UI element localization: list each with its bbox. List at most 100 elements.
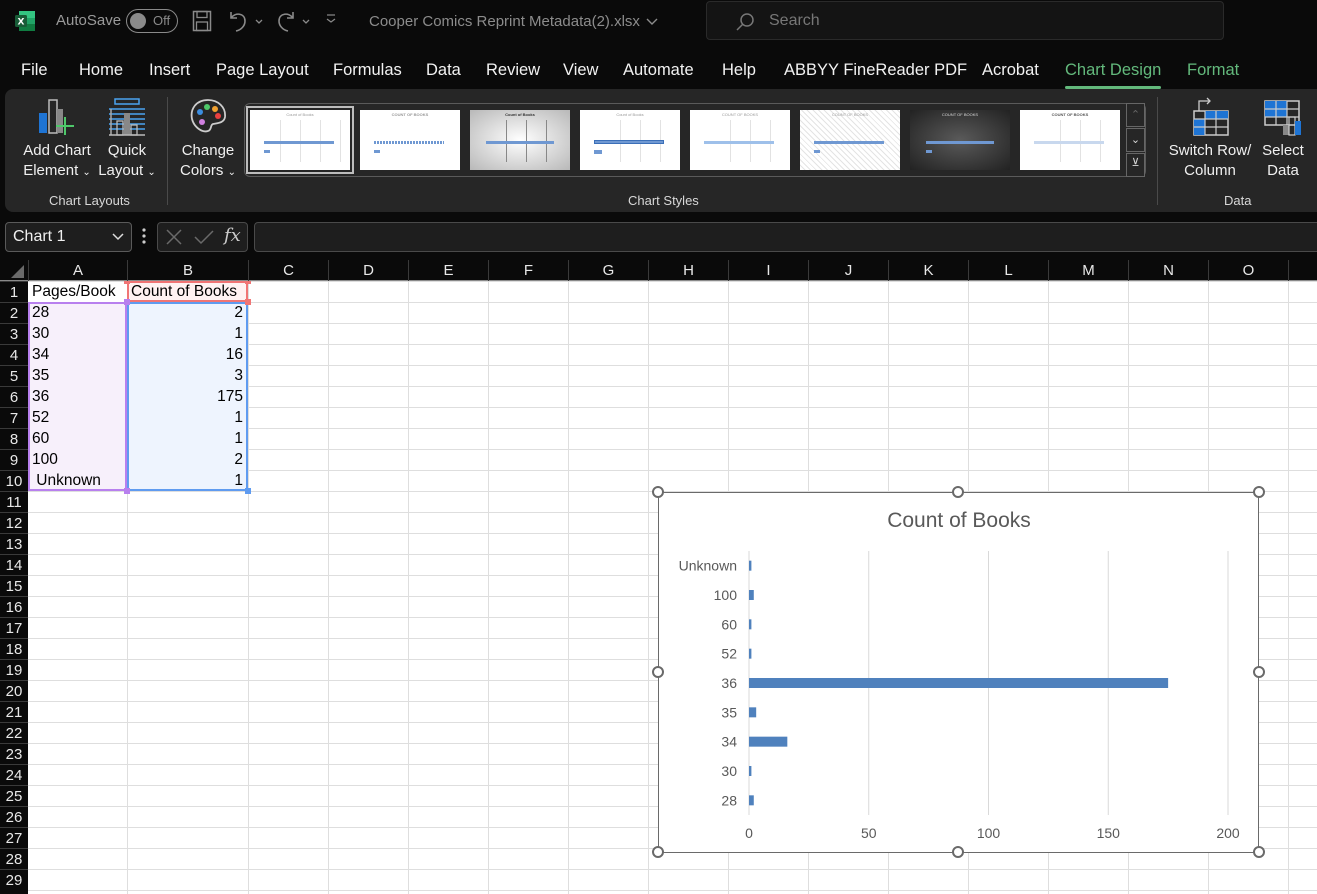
chart-style-4[interactable]: Count of Books (580, 110, 680, 170)
tab-format[interactable]: Format (1187, 61, 1239, 80)
column-header-i[interactable]: I (728, 260, 808, 281)
tab-chart-design[interactable]: Chart Design (1065, 61, 1162, 89)
enter-icon[interactable] (194, 229, 214, 250)
chart-style-7[interactable]: COUNT OF BOOKS (910, 110, 1010, 170)
tab-formulas[interactable]: Formulas (333, 61, 402, 80)
cell-a9[interactable]: 100 (29, 449, 127, 470)
column-header-h[interactable]: H (648, 260, 728, 281)
gallery-scroll-up[interactable]: ⌃ (1126, 103, 1145, 127)
chart-style-5[interactable]: COUNT OF BOOKS (690, 110, 790, 170)
tab-help[interactable]: Help (722, 61, 756, 80)
row-header-6[interactable]: 6 (0, 386, 28, 407)
column-header-b[interactable]: B (127, 260, 248, 281)
row-header-29[interactable]: 29 (0, 869, 28, 890)
autosave-toggle[interactable]: Off (126, 9, 178, 33)
quick-layout-button[interactable]: Quick Layout ⌄ (95, 97, 159, 183)
bar-unknown[interactable] (749, 560, 752, 571)
resize-handle-top-right[interactable] (1253, 486, 1265, 498)
cell-b8[interactable]: 1 (128, 428, 246, 449)
column-header-d[interactable]: D (328, 260, 408, 281)
cell-a4[interactable]: 34 (29, 344, 127, 365)
tab-page-layout[interactable]: Page Layout (216, 61, 309, 80)
select-all-corner[interactable] (0, 260, 28, 281)
row-header-9[interactable]: 9 (0, 449, 28, 470)
select-data-button[interactable]: Select Data (1257, 97, 1309, 181)
column-header-k[interactable]: K (888, 260, 968, 281)
row-header-16[interactable]: 16 (0, 596, 28, 617)
cell-b4[interactable]: 16 (128, 344, 246, 365)
cell-b10[interactable]: 1 (128, 470, 246, 491)
gallery-scroll-down[interactable]: ⌄ (1126, 128, 1145, 152)
row-header-4[interactable]: 4 (0, 344, 28, 365)
row-header-8[interactable]: 8 (0, 428, 28, 449)
cell-b3[interactable]: 1 (128, 323, 246, 344)
tab-home[interactable]: Home (79, 61, 123, 80)
column-header-c[interactable]: C (248, 260, 328, 281)
row-header-2[interactable]: 2 (0, 302, 28, 323)
customize-toolbar-icon[interactable] (325, 11, 337, 30)
formula-input[interactable] (254, 222, 1317, 252)
chart-title[interactable]: Count of Books (887, 509, 1031, 532)
bar-60[interactable] (749, 619, 752, 630)
row-header-20[interactable]: 20 (0, 680, 28, 701)
add-chart-element-button[interactable]: Add Chart Element ⌄ (19, 97, 95, 183)
redo-icon[interactable] (275, 9, 297, 38)
chart-style-1[interactable]: Count of Books (246, 106, 354, 174)
cell-a5[interactable]: 35 (29, 365, 127, 386)
cell-a1[interactable]: Pages/Book (29, 281, 127, 302)
row-header-15[interactable]: 15 (0, 575, 28, 596)
resize-handle-top-left[interactable] (652, 486, 664, 498)
redo-dropdown-icon[interactable] (302, 12, 310, 30)
resize-handle-left[interactable] (652, 666, 664, 678)
row-header-17[interactable]: 17 (0, 617, 28, 638)
undo-icon[interactable] (227, 9, 249, 38)
row-header-1[interactable]: 1 (0, 281, 28, 302)
cell-b9[interactable]: 2 (128, 449, 246, 470)
cell-b6[interactable]: 175 (128, 386, 246, 407)
column-header-n[interactable]: N (1128, 260, 1208, 281)
row-header-23[interactable]: 23 (0, 743, 28, 764)
insert-function-icon[interactable]: fx (224, 225, 241, 246)
bar-35[interactable] (749, 707, 757, 718)
column-header-g[interactable]: G (568, 260, 648, 281)
tab-review[interactable]: Review (486, 61, 540, 80)
bar-28[interactable] (749, 795, 754, 806)
bar-chart[interactable]: Count of Books 28 30 34 35 36 52 60 100 Unknown … (658, 492, 1259, 853)
column-header-m[interactable]: M (1048, 260, 1128, 281)
column-header-a[interactable]: A (28, 260, 127, 281)
row-header-10[interactable]: 10 (0, 470, 28, 491)
cell-a3[interactable]: 30 (29, 323, 127, 344)
resize-handle-bottom-right[interactable] (1253, 846, 1265, 858)
cell-b2[interactable]: 2 (128, 302, 246, 323)
column-header-p[interactable] (1288, 260, 1317, 281)
column-header-j[interactable]: J (808, 260, 888, 281)
tab-insert[interactable]: Insert (149, 61, 190, 80)
tab-acrobat[interactable]: Acrobat (982, 61, 1039, 80)
cell-a7[interactable]: 52 (29, 407, 127, 428)
resize-handle-top[interactable] (952, 486, 964, 498)
row-header-18[interactable]: 18 (0, 638, 28, 659)
change-colors-button[interactable]: Change Colors ⌄ (175, 97, 241, 183)
tab-file[interactable]: File (21, 61, 48, 80)
chart-style-8[interactable]: COUNT OF BOOKS (1020, 110, 1120, 170)
bar-100[interactable] (749, 590, 754, 600)
tab-view[interactable]: View (563, 61, 598, 80)
resize-handle-bottom[interactable] (952, 846, 964, 858)
row-header-14[interactable]: 14 (0, 554, 28, 575)
column-header-f[interactable]: F (488, 260, 568, 281)
row-header-21[interactable]: 21 (0, 701, 28, 722)
bar-36[interactable] (749, 678, 1169, 688)
chart-value-axis[interactable]: 0 50 100 150 200 (745, 825, 1240, 841)
chart-style-6[interactable]: COUNT OF BOOKS (800, 110, 900, 170)
cell-b1[interactable]: Count of Books (128, 281, 248, 302)
chevron-down-icon[interactable] (111, 229, 125, 248)
row-header-5[interactable]: 5 (0, 365, 28, 386)
cell-a8[interactable]: 60 (29, 428, 127, 449)
more-options-icon[interactable] (142, 227, 146, 250)
cell-a10[interactable]: Unknown (29, 470, 127, 491)
chart-category-axis[interactable]: 28 30 34 35 36 52 60 100 Unknown (679, 558, 738, 809)
search-input[interactable]: Search (706, 1, 1224, 40)
bar-30[interactable] (749, 766, 752, 776)
row-header-27[interactable]: 27 (0, 827, 28, 848)
switch-row-column-button[interactable]: Switch Row/ Column (1167, 97, 1253, 181)
